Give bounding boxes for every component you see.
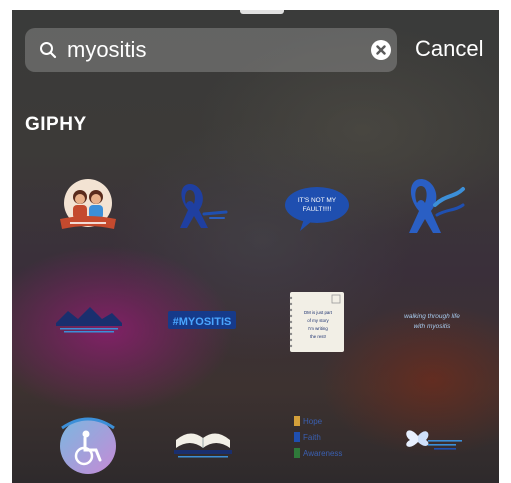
speech-bubble-icon: IT'S NOT MY FAULT!!!!! [285,187,349,231]
myositis-block-label: #MYOSITIS [173,316,232,328]
sticker-blue-ribbon-small[interactable] [170,180,230,232]
cancel-button[interactable]: Cancel [415,36,483,62]
notepad-line-3: I'm writing [308,326,328,331]
speech-bubble-line-2: FAULT!!!!! [303,206,332,213]
speech-bubble-line-1: IT'S NOT MY [298,197,337,204]
sticker-speech-bubble[interactable]: IT'S NOT MY FAULT!!!!! [282,185,352,235]
two-people-illustration-icon [60,179,116,229]
sticker-mountains-banner[interactable] [52,305,126,335]
notepad-icon: DM is just part of my story I'm writing … [289,292,344,352]
sticker-search-sheet: Cancel GIPHY IT'S NOT MY FAULT!!!!! [12,10,499,483]
sticker-two-people-banner[interactable] [56,175,120,235]
notepad-line-4: the rest! [310,334,326,339]
sticker-butterfly-text[interactable] [398,420,468,460]
section-title-giphy: GIPHY [25,114,87,135]
script-text-graphic: walking through life with myositis [404,313,460,330]
clear-circle-icon[interactable] [371,40,391,60]
search-bar[interactable] [25,28,397,72]
blue-ribbon-icon [180,184,228,228]
block-text-graphic: #MYOSITIS [168,311,236,329]
awareness-list-graphic: Hope Faith Awareness [294,416,342,458]
butterfly-icon [406,430,462,450]
awareness-line-1: Hope [303,417,323,426]
sticker-script-text[interactable]: walking through life with myositis [394,305,470,337]
sticker-book-banner[interactable] [168,418,238,462]
open-book-icon [174,433,232,458]
sticker-blue-ribbon-large[interactable] [397,175,467,237]
notepad-line-2: of my story [307,318,329,323]
wheelchair-circle-icon [60,417,116,474]
magnifier-icon [40,42,57,59]
sticker-wheelchair-circle[interactable] [56,412,120,476]
script-line-2: with myositis [414,323,452,330]
sticker-myositis-block-text[interactable]: #MYOSITIS [166,305,238,335]
awareness-line-3: Awareness [303,449,342,458]
script-line-1: walking through life [404,313,460,320]
sheet-grabber-handle[interactable] [240,10,284,14]
blue-ribbon-large-icon [409,179,465,233]
awareness-line-2: Faith [303,433,321,442]
notepad-line-1: DM is just part [304,310,333,315]
sticker-notepad[interactable]: DM is just part of my story I'm writing … [288,290,346,354]
sticker-awareness-list[interactable]: Hope Faith Awareness [288,410,352,466]
mountains-icon [56,307,122,333]
search-input[interactable] [67,36,347,64]
